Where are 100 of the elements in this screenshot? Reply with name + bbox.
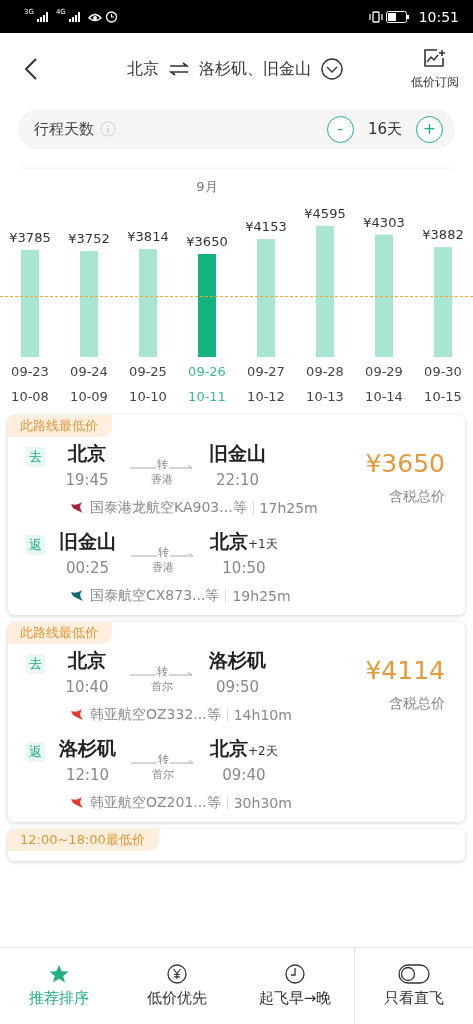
flight-card[interactable]: 此路线最低价 去 北京 19:45 转 香港 旧金山 22:10 国泰港龙航空KA903...等 17h25m 返 旧金山 00:25 转 香港 北京+1天 10:50 国泰航空CX873...等 19h25m ¥3650 含税总价 <box>8 415 465 615</box>
flight-duration: 19h25m <box>232 588 291 604</box>
alarm-icon <box>104 10 118 23</box>
transfer-city: 首尔 <box>151 679 173 694</box>
transfer-label: 转 <box>155 457 169 472</box>
swap-icon[interactable] <box>168 62 189 76</box>
departure-city: 北京 <box>68 648 106 673</box>
clock-icon <box>285 964 305 984</box>
depart-date[interactable]: 09-27 <box>247 364 285 379</box>
return-date[interactable]: 10-10 <box>129 389 167 404</box>
return-date[interactable]: 10-15 <box>424 389 462 404</box>
flight-duration: 14h10m <box>233 707 292 723</box>
price-bar[interactable] <box>80 250 98 357</box>
signal-icon <box>36 11 49 22</box>
direction-tag: 去 <box>26 654 45 674</box>
flight-duration: 17h25m <box>259 500 318 516</box>
destination-city[interactable]: 洛杉矶、旧金山 <box>198 58 311 80</box>
transfer-label: 转 <box>156 545 170 560</box>
flight-duration: 30h30m <box>233 795 292 811</box>
departure-city: 北京 <box>68 441 106 466</box>
card-tag: 此路线最低价 <box>8 415 112 437</box>
info-icon[interactable] <box>100 121 116 137</box>
month-label: 9月 <box>196 179 218 194</box>
depart-date[interactable]: 09-29 <box>365 364 403 379</box>
origin-city[interactable]: 北京 <box>126 58 159 80</box>
price-bar[interactable] <box>434 247 452 357</box>
price-note: 含税总价 <box>389 695 445 713</box>
day-offset: +1天 <box>248 536 278 553</box>
departure-city: 洛杉矶 <box>59 736 116 761</box>
departure-time: 00:25 <box>65 559 110 577</box>
sort-tab[interactable]: 低价优先 <box>118 948 236 1024</box>
card-tag: 此路线最低价 <box>8 622 112 644</box>
return-date[interactable]: 10-08 <box>11 389 49 404</box>
depart-date[interactable]: 09-23 <box>11 364 49 379</box>
price-note: 含税总价 <box>389 488 445 506</box>
back-icon[interactable] <box>24 57 38 81</box>
price-bar[interactable] <box>257 239 275 357</box>
transfer-label: 转 <box>156 752 170 767</box>
transfer-city: 首尔 <box>152 767 174 782</box>
card-tag: 12:00~18:00最低价 <box>8 829 159 851</box>
sort-tab[interactable]: 只看直飞 <box>354 948 473 1024</box>
depart-date[interactable]: 09-24 <box>70 364 108 379</box>
transfer-city: 香港 <box>152 560 174 575</box>
price-label: ¥3785 <box>9 230 51 245</box>
transfer-label: 转 <box>155 664 169 679</box>
arrival-city: 北京 <box>210 529 248 554</box>
transfer-city: 香港 <box>151 472 173 487</box>
total-price: ¥3650 <box>365 449 445 478</box>
trip-days-label: 行程天数 <box>34 119 94 139</box>
airline-flight: 韩亚航空OZ201...等 <box>90 794 221 812</box>
price-bar[interactable] <box>139 249 157 357</box>
star-icon <box>48 964 70 984</box>
return-date[interactable]: 10-12 <box>247 389 285 404</box>
price-label: ¥3650 <box>186 234 228 249</box>
price-bar[interactable] <box>21 250 39 357</box>
depart-date[interactable]: 09-25 <box>129 364 167 379</box>
return-date[interactable]: 10-13 <box>306 389 344 404</box>
arrival-time: 09:50 <box>215 678 260 696</box>
price-label: ¥3752 <box>68 230 110 246</box>
price-label: ¥4595 <box>304 206 346 221</box>
depart-date[interactable]: 09-30 <box>424 364 462 379</box>
return-date[interactable]: 10-14 <box>365 389 403 404</box>
arrival-city: 旧金山 <box>209 441 266 466</box>
vibrate-icon <box>368 10 383 23</box>
departure-time: 19:45 <box>65 471 109 489</box>
yen-icon <box>167 964 187 984</box>
day-offset: +2天 <box>248 743 278 760</box>
arrival-time: 22:10 <box>215 471 260 489</box>
return-date[interactable]: 10-09 <box>70 389 108 404</box>
chart-plus-icon <box>423 47 447 70</box>
price-label: ¥3882 <box>422 227 464 243</box>
price-bar[interactable] <box>375 234 393 357</box>
arrival-time: 10:50 <box>222 559 266 577</box>
total-price: ¥4114 <box>365 656 445 685</box>
direction-tag: 返 <box>26 535 45 555</box>
toggle-icon <box>398 964 430 984</box>
depart-date[interactable]: 09-28 <box>306 364 344 379</box>
signal-icon <box>68 11 81 22</box>
departure-time: 10:40 <box>65 678 109 696</box>
departure-city: 旧金山 <box>59 529 116 554</box>
direction-tag: 去 <box>26 447 45 467</box>
battery-icon <box>385 10 410 23</box>
dropdown-icon[interactable] <box>320 58 343 80</box>
direction-tag: 返 <box>26 742 45 762</box>
price-alert-button[interactable]: 低价订阅 <box>411 47 459 91</box>
flight-card[interactable]: 此路线最低价 去 北京 10:40 转 首尔 洛杉矶 09:50 韩亚航空OZ332...等 14h10m 返 洛杉矶 12:10 转 首尔 北京+2天 09:40 韩亚航空OZ201...等 30h30m ¥4114 含税总价 <box>8 622 465 822</box>
price-bar[interactable] <box>316 226 334 357</box>
price-label: ¥3814 <box>127 229 169 245</box>
price-bar[interactable] <box>198 254 216 357</box>
price-label: ¥4153 <box>245 219 287 235</box>
departure-time: 12:10 <box>65 766 110 784</box>
clock-time: 10:51 <box>418 8 459 25</box>
arrival-city: 洛杉矶 <box>209 648 266 673</box>
arrival-time: 09:40 <box>222 766 266 784</box>
price-label: ¥4303 <box>363 214 405 230</box>
sort-tab[interactable]: 起飞早→晚 <box>236 948 354 1024</box>
arrival-city: 北京 <box>210 736 248 761</box>
trip-days-value: 16天 <box>367 119 402 139</box>
airline-flight: 韩亚航空OZ332...等 <box>90 706 221 724</box>
airline-flight: 国泰港龙航空KA903...等 <box>90 499 247 517</box>
